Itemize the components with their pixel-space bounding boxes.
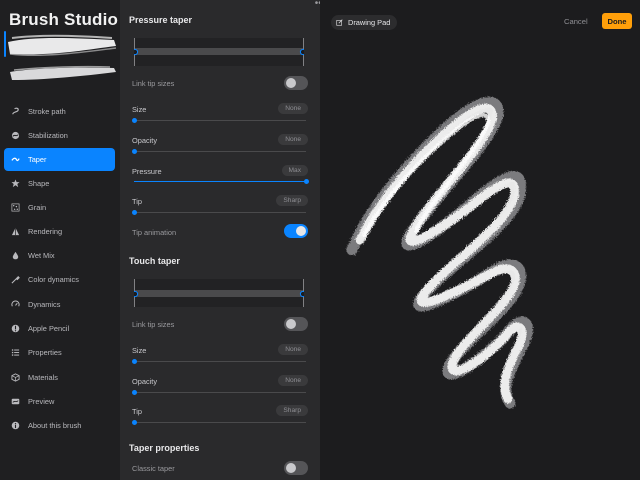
touch-taper-graph[interactable] xyxy=(134,279,304,307)
pressure-taper-start-handle xyxy=(134,48,139,56)
apple-pencil-icon xyxy=(11,324,20,333)
pressure-size-value: None xyxy=(278,103,308,114)
touch-taper-end-handle xyxy=(299,290,304,298)
sidebar-item-dynamics[interactable]: Dynamics xyxy=(4,293,115,316)
sidebar-item-label: Preview xyxy=(28,397,55,406)
pressure-pressure-label: Pressure xyxy=(132,167,162,176)
taper-properties-title: Taper properties xyxy=(129,443,200,453)
slider-knob xyxy=(132,210,137,215)
touch-taper-start-handle xyxy=(134,290,139,298)
sidebar-item-label: About this brush xyxy=(28,421,82,430)
sidebar-item-preview[interactable]: Preview xyxy=(4,390,115,413)
touch-size-slider[interactable] xyxy=(132,359,306,364)
touch-link-tip-sizes-label: Link tip sizes xyxy=(132,320,175,329)
slider-knob xyxy=(132,420,137,425)
touch-link-tip-sizes-toggle[interactable] xyxy=(284,317,308,331)
info-icon xyxy=(11,421,20,430)
touch-size-value: None xyxy=(278,344,308,355)
touch-tip-slider[interactable] xyxy=(132,420,306,425)
wet-mix-icon xyxy=(11,251,20,260)
touch-taper-title: Touch taper xyxy=(129,256,180,266)
shape-icon xyxy=(11,179,20,188)
pressure-size-label: Size xyxy=(132,105,147,114)
pressure-opacity-value: None xyxy=(278,134,308,145)
pressure-taper-end-handle xyxy=(299,48,304,56)
sidebar-item-label: Taper xyxy=(28,155,47,164)
touch-tip-value: Sharp xyxy=(276,405,308,416)
drawing-pad-area[interactable]: Drawing Pad Cancel Done xyxy=(320,0,640,480)
properties-icon xyxy=(11,348,20,357)
sidebar-item-taper[interactable]: Taper xyxy=(4,148,115,171)
app-title: Brush Studio xyxy=(9,10,119,29)
sidebar-item-label: Color dynamics xyxy=(28,275,79,284)
pressure-link-tip-sizes-label: Link tip sizes xyxy=(132,79,175,88)
pressure-pressure-slider[interactable] xyxy=(134,179,309,184)
sidebar-item-label: Rendering xyxy=(28,227,63,236)
cancel-button[interactable]: Cancel xyxy=(564,17,588,26)
slider-knob xyxy=(132,390,137,395)
touch-opacity-slider[interactable] xyxy=(132,390,306,395)
sidebar-item-color-dynamics[interactable]: Color dynamics xyxy=(4,268,115,291)
sidebar-item-label: Stabilization xyxy=(28,131,68,140)
preview-icon xyxy=(11,397,20,406)
sidebar-item-wet-mix[interactable]: Wet Mix xyxy=(4,244,115,267)
sidebar-item-about-this-brush[interactable]: About this brush xyxy=(4,414,115,437)
touch-size-label: Size xyxy=(132,346,147,355)
touch-tip-label: Tip xyxy=(132,407,142,416)
pressure-taper-title: Pressure taper xyxy=(129,15,193,25)
sidebar-item-grain[interactable]: Grain xyxy=(4,196,115,219)
done-button[interactable]: Done xyxy=(602,13,632,29)
edit-icon xyxy=(336,19,343,26)
drawing-pad-button[interactable]: Drawing Pad xyxy=(331,15,398,30)
pressure-opacity-slider[interactable] xyxy=(132,149,306,154)
pressure-tip-value: Sharp xyxy=(276,195,308,206)
slider-knob xyxy=(132,359,137,364)
sidebar-item-label: Apple Pencil xyxy=(28,324,70,333)
sidebar-item-stabilization[interactable]: Stabilization xyxy=(4,124,115,147)
sidebar-item-apple-pencil[interactable]: Apple Pencil xyxy=(4,317,115,340)
touch-opacity-label: Opacity xyxy=(132,377,158,386)
grain-icon xyxy=(11,203,20,212)
classic-taper-toggle[interactable] xyxy=(284,461,308,475)
pressure-pressure-value: Max xyxy=(281,165,308,176)
pressure-size-slider[interactable] xyxy=(132,118,306,123)
color-dynamics-icon xyxy=(11,275,20,284)
rendering-icon xyxy=(11,227,20,236)
sidebar-item-label: Wet Mix xyxy=(28,251,55,260)
pressure-tip-slider[interactable] xyxy=(132,210,306,215)
pressure-link-tip-sizes-toggle[interactable] xyxy=(284,76,308,90)
tip-animation-toggle[interactable] xyxy=(284,224,308,238)
brush-stroke-preview xyxy=(346,96,533,409)
sidebar-item-shape[interactable]: Shape xyxy=(4,172,115,195)
slider-knob xyxy=(132,118,137,123)
slider-knob xyxy=(132,149,137,154)
drawing-pad-label: Drawing Pad xyxy=(348,18,391,27)
pressure-tip-label: Tip xyxy=(132,197,142,206)
taper-icon xyxy=(11,155,20,164)
tip-animation-label: Tip animation xyxy=(132,228,177,237)
sidebar-item-rendering[interactable]: Rendering xyxy=(4,220,115,243)
sidebar-item-label: Dynamics xyxy=(28,300,61,309)
pressure-taper-graph[interactable] xyxy=(134,38,304,66)
materials-icon xyxy=(11,373,20,382)
sidebar-item-label: Properties xyxy=(28,348,62,357)
stroke-path-icon xyxy=(11,107,20,116)
settings-panel: Pressure taper Link tip sizes Size None … xyxy=(120,0,320,480)
sidebar-item-label: Stroke path xyxy=(28,107,66,116)
touch-opacity-value: None xyxy=(278,375,308,386)
sidebar-item-label: Shape xyxy=(28,179,50,188)
pressure-opacity-label: Opacity xyxy=(132,136,158,145)
sidebar-item-materials[interactable]: Materials xyxy=(4,366,115,389)
dynamics-icon xyxy=(11,300,20,309)
slider-knob xyxy=(304,179,309,184)
stabilization-icon xyxy=(11,131,20,140)
sidebar: Brush Studio Stroke path Stabilization T… xyxy=(0,0,120,480)
brush-preview-stroke-small[interactable] xyxy=(4,62,118,84)
brush-preview-stroke-large[interactable] xyxy=(4,32,118,62)
sidebar-item-label: Grain xyxy=(28,203,47,212)
sidebar-item-label: Materials xyxy=(28,373,58,382)
classic-taper-label: Classic taper xyxy=(132,464,175,473)
sidebar-item-properties[interactable]: Properties xyxy=(4,341,115,364)
sidebar-item-stroke-path[interactable]: Stroke path xyxy=(4,100,115,123)
